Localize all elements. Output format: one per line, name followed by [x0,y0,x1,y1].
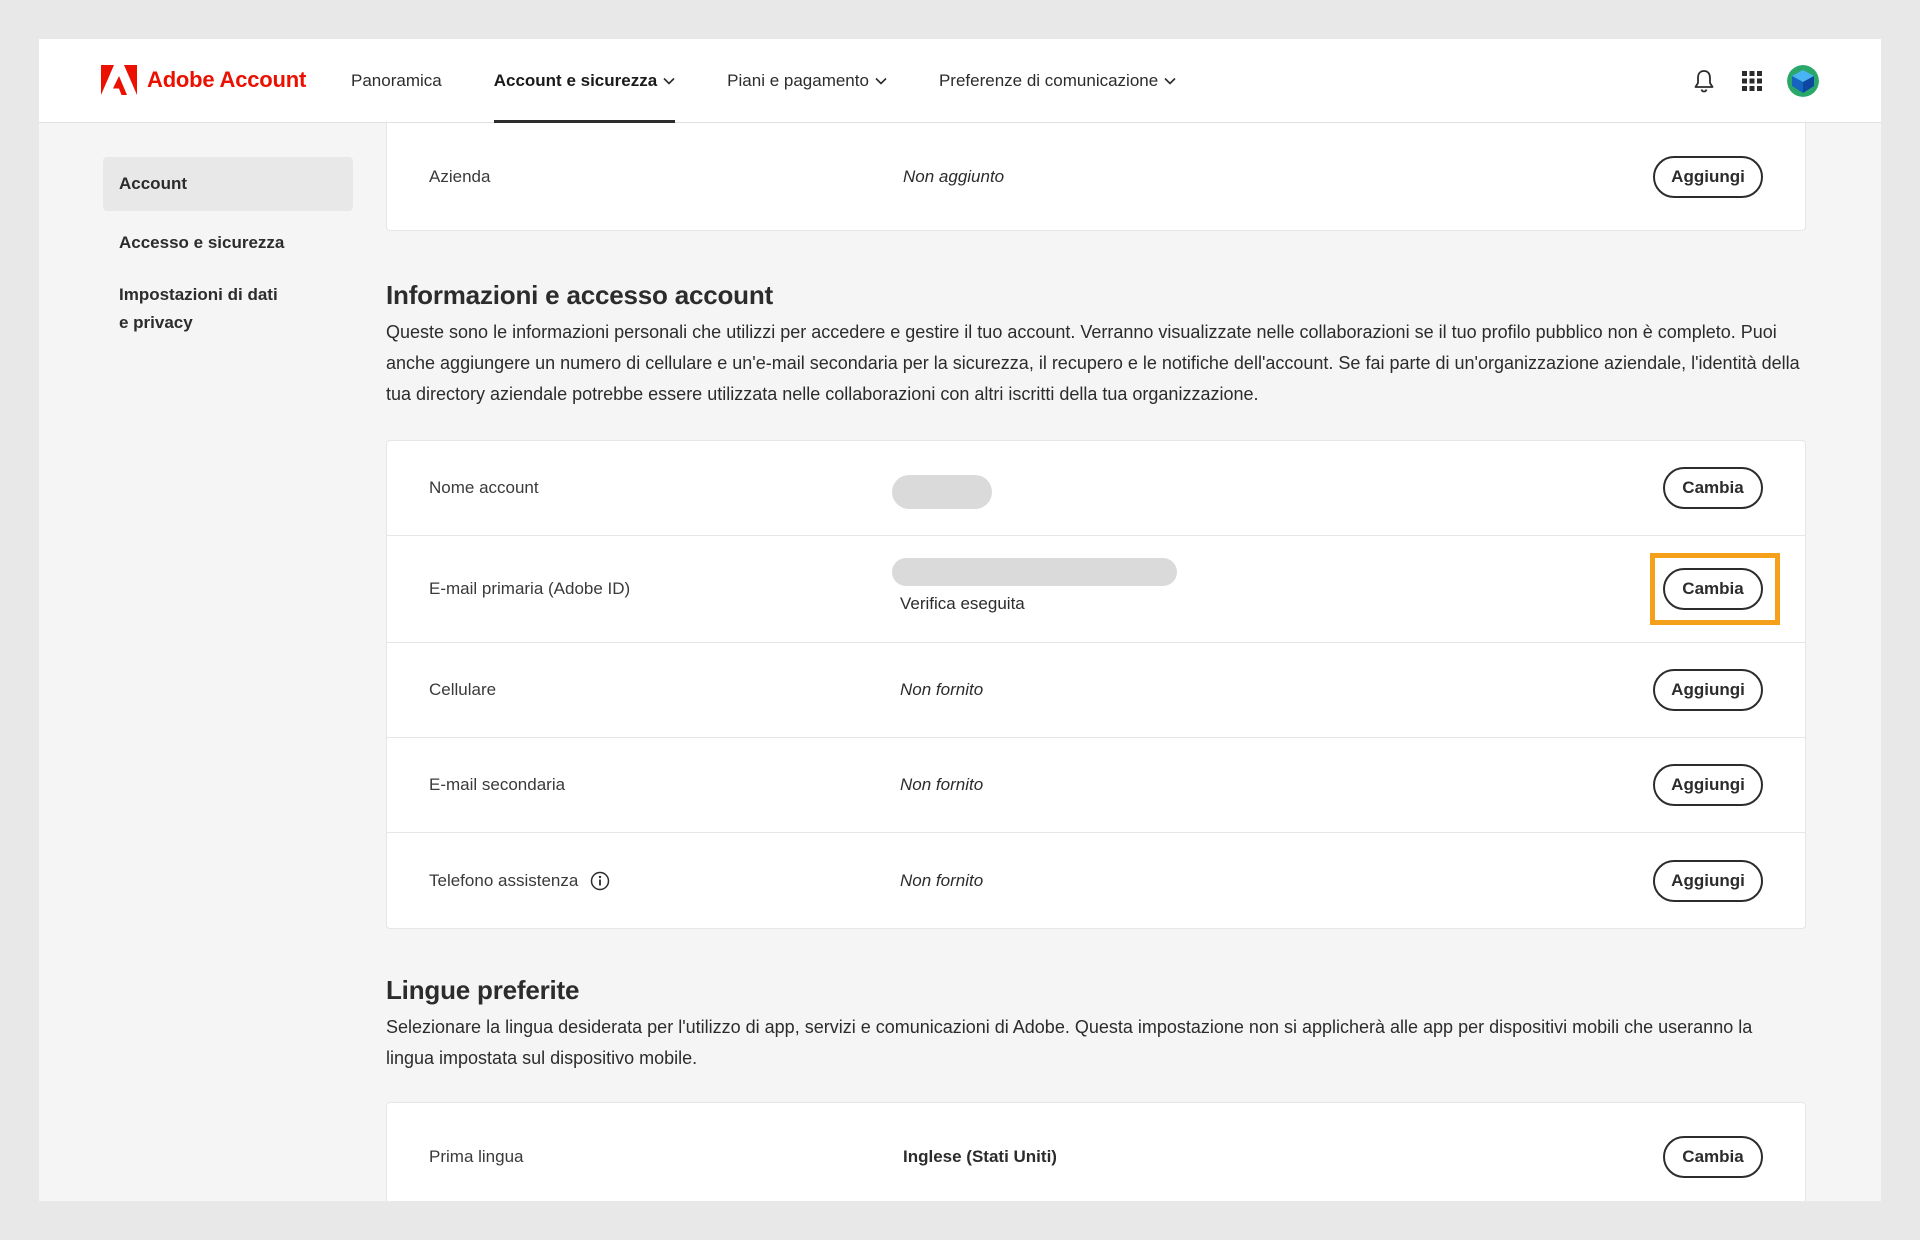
app-window: Adobe Account Panoramica Account e sicur… [39,39,1881,1201]
support-phone-label: Telefono assistenza [429,870,579,890]
main-nav: Panoramica Account e sicurezza Piani e p… [351,39,1228,123]
sidebar-item-label: Account [119,174,187,193]
nav-item-label: Preferenze di comunicazione [938,71,1159,90]
brand-name: Adobe Account [147,67,307,92]
company-value: Non aggiunto [903,166,1005,186]
nav-item-preferenze-comunicazione[interactable]: Preferenze di comunicazione [939,39,1176,123]
add-secondary-email-button[interactable]: Aggiungi [1653,764,1763,806]
account-name-value-redacted [892,475,992,509]
account-name-label: Nome account [429,478,539,497]
add-support-phone-button[interactable]: Aggiungi [1653,859,1763,902]
nav-item-panoramica[interactable]: Panoramica [351,39,442,123]
info-icon[interactable] [590,871,610,891]
account-info-section: Informazioni e accesso account Queste so… [386,280,1806,410]
sidebar-item-label: Impostazioni di dati e privacy [119,285,278,332]
account-info-card: Nome account Cambia E-mail primaria (Ado… [386,440,1806,929]
add-company-button[interactable]: Aggiungi [1653,155,1763,198]
mobile-label: Cellulare [429,680,497,699]
main-content: Azienda Non aggiunto Aggiungi Informazio… [386,123,1806,1201]
primary-email-status: Verifica eseguita [900,594,1025,613]
nav-item-label: Account e sicurezza [493,71,658,90]
sidebar-item-dati-privacy[interactable]: Impostazioni di dati e privacy [103,281,303,337]
support-phone-value: Non fornito [900,870,984,890]
change-primary-email-button[interactable]: Cambia [1663,568,1763,610]
nav-item-label: Piani e pagamento [727,71,869,90]
first-language-label: Prima lingua [429,1146,524,1166]
nav-item-account-sicurezza[interactable]: Account e sicurezza [493,39,676,123]
add-mobile-button[interactable]: Aggiungi [1653,669,1763,711]
sidebar-item-account[interactable]: Account [103,157,353,211]
secondary-email-label: E-mail secondaria [429,775,566,794]
account-name-row: Nome account Cambia [387,441,1805,536]
languages-description: Selezionare la lingua desiderata per l'u… [386,1017,1753,1068]
primary-email-label: E-mail primaria (Adobe ID) [429,579,631,598]
app-grid-icon[interactable] [1739,68,1765,94]
nav-item-label: Panoramica [351,71,442,90]
nav-item-piani-pagamento[interactable]: Piani e pagamento [727,39,887,123]
sidebar: Account Accesso e sicurezza Impostazioni… [103,157,353,337]
company-label: Azienda [429,166,491,186]
change-account-name-button[interactable]: Cambia [1663,467,1763,509]
primary-email-row: E-mail primaria (Adobe ID) Verifica eseg… [387,536,1805,643]
languages-section: Lingue preferite Selezionare la lingua d… [386,975,1806,1074]
company-card: Azienda Non aggiunto Aggiungi [386,123,1806,231]
languages-title: Lingue preferite [386,975,580,1005]
languages-card: Prima lingua Inglese (Stati Uniti) Cambi… [386,1102,1806,1201]
bell-icon[interactable] [1691,68,1717,94]
top-header: Adobe Account Panoramica Account e sicur… [39,39,1881,123]
first-language-row: Prima lingua Inglese (Stati Uniti) Cambi… [387,1103,1805,1201]
chevron-down-icon [663,77,675,85]
brand-logo[interactable]: Adobe Account [101,65,306,95]
account-info-title: Informazioni e accesso account [386,280,774,310]
secondary-email-value: Non fornito [900,775,984,794]
support-phone-row: Telefono assistenza Non fornito Aggiungi [387,833,1805,928]
support-phone-label-group: Telefono assistenza [429,871,610,891]
secondary-email-row: E-mail secondaria Non fornito Aggiungi [387,738,1805,833]
account-info-description: Queste sono le informazioni personali ch… [386,322,1800,404]
company-row: Azienda Non aggiunto Aggiungi [387,123,1805,230]
mobile-value: Non fornito [900,680,984,699]
chevron-down-icon [1164,77,1176,85]
change-first-language-button[interactable]: Cambia [1663,1135,1763,1178]
primary-email-value-redacted [892,558,1177,586]
sidebar-item-accesso-sicurezza[interactable]: Accesso e sicurezza [103,229,353,257]
header-actions [1691,64,1819,98]
sidebar-item-label: Accesso e sicurezza [119,233,285,252]
mobile-row: Cellulare Non fornito Aggiungi [387,643,1805,738]
first-language-value: Inglese (Stati Uniti) [903,1146,1057,1166]
avatar[interactable] [1787,65,1819,97]
adobe-logo-icon [101,65,137,95]
chevron-down-icon [875,77,887,85]
